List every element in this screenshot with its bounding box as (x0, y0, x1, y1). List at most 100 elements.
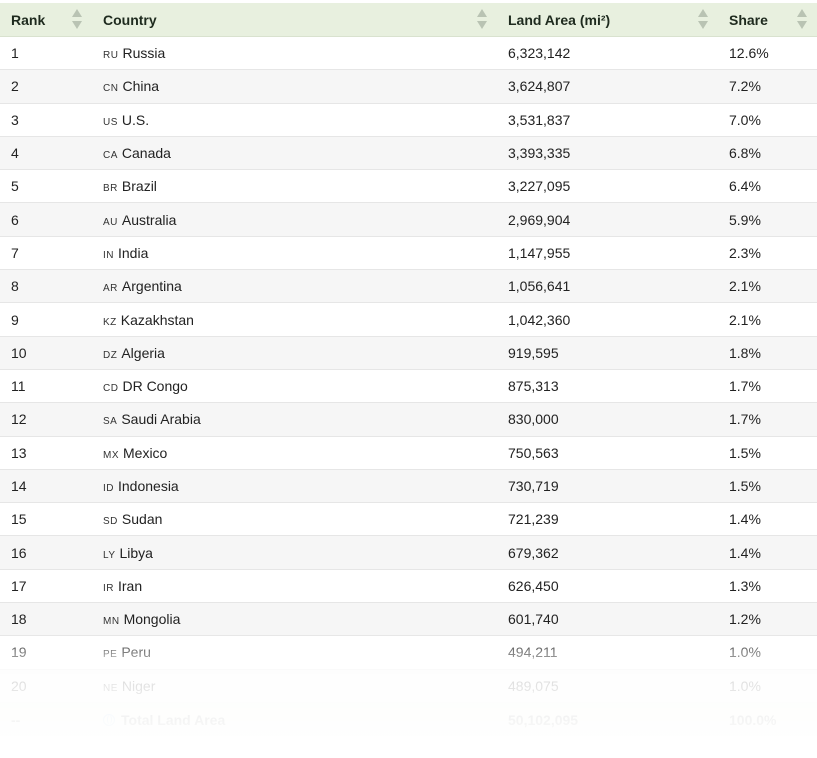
country-name: Saudi Arabia (121, 411, 201, 428)
country-cell: LY Libya (92, 545, 497, 561)
rank-cell: 2 (11, 78, 19, 95)
share-cell: 1.7% (729, 411, 761, 428)
country-name: Libya (119, 544, 153, 561)
land-area-cell: 1,042,360 (508, 311, 571, 328)
rank-cell: 5 (11, 178, 19, 195)
land-area-cell: 626,450 (508, 577, 559, 594)
share-cell: 2.1% (729, 278, 761, 295)
share-cell: 1.2% (729, 611, 761, 628)
country-cell: AR Argentina (92, 278, 497, 294)
sort-arrows-icon[interactable] (698, 9, 708, 31)
country-name: Sudan (121, 511, 163, 528)
rank-cell: 17 (11, 577, 27, 594)
table-row: 6 AU Australia 2,969,904 5.9% (0, 203, 817, 237)
country-name: Australia (121, 211, 177, 228)
share-cell: 1.4% (729, 544, 761, 561)
land-area-cell: 875,313 (508, 378, 559, 395)
country-cell: BR Brazil (92, 178, 497, 194)
rank-cell: 8 (11, 278, 19, 295)
table-row: 2 CN China 3,624,807 7.2% (0, 70, 817, 104)
land-area-cell: 1,056,641 (508, 278, 571, 295)
country-cell: NE Niger (92, 678, 497, 694)
rank-cell: 10 (11, 344, 27, 361)
column-header-label: Country (103, 11, 157, 28)
country-code-flag: CA (103, 150, 118, 162)
country-code-flag: ID (103, 483, 114, 494)
land-area-table: Rank Country Land Area (mi²) Share 1 RU Ru… (0, 3, 817, 737)
sort-arrows-icon[interactable] (797, 9, 807, 31)
land-area-cell: 494,211 (508, 644, 558, 661)
share-cell: 5.9% (729, 211, 761, 228)
country-code-flag: LY (103, 549, 116, 561)
country-name: Indonesia (118, 478, 179, 494)
table-row: 3 US U.S. 3,531,837 7.0% (0, 103, 817, 137)
country-name: DR Congo (122, 378, 188, 395)
country-name: U.S. (121, 111, 150, 128)
rank-cell: -- (11, 711, 21, 728)
share-cell: 1.0% (729, 644, 761, 661)
country-name: Kazakhstan (120, 311, 194, 328)
column-header-label: Rank (11, 11, 46, 28)
table-row: 8 AR Argentina 1,056,641 2.1% (0, 270, 817, 304)
country-code-flag: IR (103, 582, 114, 594)
country-name: China (122, 78, 160, 95)
country-cell: IR Iran (92, 578, 497, 594)
table-row: 19 PE Peru 494,211 1.0% (0, 636, 817, 670)
rank-cell: 11 (11, 378, 26, 395)
country-name: Brazil (121, 178, 157, 195)
column-header-rank[interactable]: Rank (0, 3, 92, 36)
country-cell: DZ Algeria (92, 345, 497, 361)
land-area-cell: 3,624,807 (508, 78, 571, 95)
share-cell: 1.5% (729, 444, 761, 461)
country-code-flag: US (103, 116, 118, 128)
country-cell: AU Australia (92, 212, 497, 228)
land-area-cell: 2,969,904 (508, 211, 571, 228)
country-name: Argentina (121, 278, 182, 295)
rank-cell: 15 (11, 511, 27, 528)
table-row: 18 MN Mongolia 601,740 1.2% (0, 603, 817, 637)
country-cell: MN Mongolia (92, 611, 497, 627)
country-name: Canada (121, 145, 171, 162)
country-name: Niger (121, 677, 156, 694)
land-area-cell: 730,719 (508, 478, 559, 494)
table-row: 1 RU Russia 6,323,142 12.6% (0, 37, 817, 71)
table-row: 9 KZ Kazakhstan 1,042,360 2.1% (0, 303, 817, 337)
column-header-land-area[interactable]: Land Area (mi²) (497, 3, 718, 36)
table-row: 5 BR Brazil 3,227,095 6.4% (0, 170, 817, 204)
rank-cell: 1 (11, 45, 19, 62)
land-area-cell: 3,227,095 (508, 178, 571, 195)
country-code-flag: KZ (103, 316, 117, 328)
table-row: 15 SD Sudan 721,239 1.4% (0, 503, 817, 537)
column-header-country[interactable]: Country (92, 3, 497, 36)
country-name: Mongolia (123, 611, 181, 628)
country-cell: CN China (92, 78, 497, 94)
share-cell: 1.5% (729, 478, 761, 494)
table-row: 17 IR Iran 626,450 1.3% (0, 569, 817, 604)
sort-arrows-icon[interactable] (72, 9, 82, 31)
column-header-share[interactable]: Share (718, 3, 817, 36)
table-row: 16 LY Libya 679,362 1.4% (0, 536, 817, 570)
rank-cell: 9 (11, 311, 19, 328)
share-cell: 2.3% (729, 244, 761, 261)
column-header-label: Share (729, 11, 768, 28)
land-area-cell: 750,563 (508, 444, 559, 461)
globe-icon (103, 713, 115, 726)
share-cell: 100.0% (729, 711, 777, 728)
rank-cell: 14 (11, 478, 27, 494)
land-area-cell: 50,102,095 (508, 711, 579, 728)
land-area-cell: 3,531,837 (508, 111, 571, 128)
country-code-flag: AR (103, 283, 118, 295)
country-cell: KZ Kazakhstan (92, 312, 497, 328)
country-code-flag: MX (103, 449, 119, 461)
table-row: 12 SA Saudi Arabia 830,000 1.7% (0, 403, 817, 437)
country-cell: ID Indonesia (92, 478, 497, 494)
country-cell: SD Sudan (92, 511, 497, 527)
country-code-flag: BR (103, 183, 118, 195)
land-area-cell: 601,740 (508, 611, 559, 628)
table-row: 14 ID Indonesia 730,719 1.5% (0, 469, 817, 504)
rank-cell: 20 (11, 677, 27, 694)
land-area-cell: 3,393,335 (508, 145, 571, 162)
land-area-cell: 489,075 (508, 677, 559, 694)
sort-arrows-icon[interactable] (477, 9, 487, 31)
country-cell: US U.S. (92, 112, 497, 128)
